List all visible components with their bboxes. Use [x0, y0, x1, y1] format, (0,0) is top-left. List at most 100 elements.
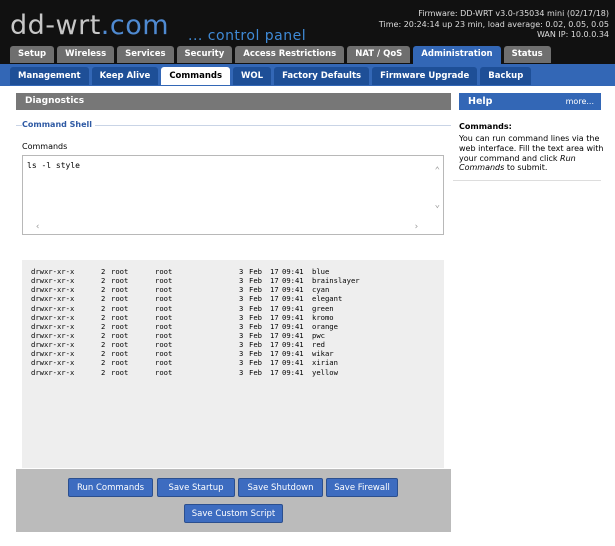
output-cell: 17: [270, 349, 279, 359]
output-cell: 3: [239, 340, 244, 350]
output-cell: Feb: [249, 330, 262, 340]
output-cell: 2: [101, 349, 106, 359]
tab-services[interactable]: Services: [117, 46, 174, 63]
output-cell: yellow: [312, 367, 338, 377]
output-row: drwxr-xr-x 2 root root 3 Feb 17 09:41 brainslaye…: [31, 276, 435, 285]
output-cell: root: [155, 267, 173, 276]
output-cell: 17: [270, 267, 279, 276]
subtab-wol[interactable]: WOL: [233, 67, 272, 85]
output-cell: root: [111, 267, 129, 276]
output-cell: root: [111, 321, 129, 331]
output-cell: drwxr-xr-x: [31, 358, 75, 368]
output-cell: drwxr-xr-x: [31, 267, 75, 276]
output-cell: 17: [270, 330, 279, 340]
help-heading: Commands:: [459, 122, 512, 131]
output-cell: drwxr-xr-x: [31, 294, 75, 304]
output-row: drwxr-xr-x 2 root root 3 Feb 17 09:41 blue: [31, 267, 435, 276]
output-cell: root: [155, 294, 173, 304]
output-cell: root: [111, 312, 129, 322]
output-cell: root: [155, 321, 173, 331]
output-cell: red: [312, 340, 325, 350]
output-cell: root: [155, 285, 173, 295]
save-custom-script-button[interactable]: Save Custom Script: [184, 504, 283, 523]
output-row: drwxr-xr-x 2 root root 3 Feb 17 09:41 pwc: [31, 331, 435, 340]
output-cell: 09:41: [282, 312, 304, 322]
status-info: Firmware: DD-WRT v3.0-r35034 mini (02/17…: [379, 9, 609, 41]
chevron-left-icon[interactable]: ‹: [35, 222, 40, 232]
output-cell: pwc: [312, 330, 325, 340]
output-cell: Feb: [249, 312, 262, 322]
chevron-right-icon[interactable]: ›: [414, 222, 419, 232]
output-cell: Feb: [249, 276, 262, 286]
content-area: Diagnostics Command Shell Commands ls -l…: [0, 86, 615, 546]
output-cell: 09:41: [282, 340, 304, 350]
tab-status[interactable]: Status: [503, 46, 551, 63]
output-cell: root: [155, 340, 173, 350]
output-cell: blue: [312, 267, 330, 276]
tab-wireless[interactable]: Wireless: [57, 46, 115, 63]
chevron-up-icon[interactable]: ⌃: [435, 166, 440, 176]
subtab-commands[interactable]: Commands: [161, 67, 231, 85]
subtab-management[interactable]: Management: [10, 67, 89, 85]
command-shell-fieldset: Command Shell: [16, 120, 451, 130]
output-cell: 3: [239, 330, 244, 340]
run-commands-button[interactable]: Run Commands: [68, 478, 153, 497]
chevron-down-icon[interactable]: ⌄: [435, 200, 440, 210]
subtab-backup[interactable]: Backup: [480, 67, 532, 85]
commands-value: ls -l style: [27, 161, 80, 170]
output-cell: 3: [239, 276, 244, 286]
output-cell: drwxr-xr-x: [31, 285, 75, 295]
help-more-link[interactable]: more...: [566, 93, 594, 110]
output-cell: 2: [101, 312, 106, 322]
tab-setup[interactable]: Setup: [10, 46, 55, 63]
output-cell: drwxr-xr-x: [31, 349, 75, 359]
output-cell: 17: [270, 367, 279, 377]
output-cell: root: [111, 276, 129, 286]
command-output: drwxr-xr-x 2 root root 3 Feb 17 09:41 blue drwxr-…: [22, 260, 444, 468]
tab-security[interactable]: Security: [176, 46, 233, 63]
subtab-factory-defaults[interactable]: Factory Defaults: [274, 67, 370, 85]
main-tabs: Setup Wireless Services Security Access …: [10, 46, 554, 64]
button-area: Run Commands Save Startup Save Shutdown …: [16, 469, 451, 532]
output-cell: 17: [270, 276, 279, 286]
output-cell: Feb: [249, 294, 262, 304]
output-cell: root: [111, 340, 129, 350]
tab-administration[interactable]: Administration: [413, 46, 501, 64]
output-row: drwxr-xr-x 2 root root 3 Feb 17 09:41 xirian: [31, 358, 435, 367]
output-cell: root: [111, 303, 129, 313]
subtab-keep-alive[interactable]: Keep Alive: [91, 67, 159, 85]
save-startup-button[interactable]: Save Startup: [157, 478, 235, 497]
output-cell: Feb: [249, 267, 262, 276]
output-cell: 17: [270, 303, 279, 313]
help-header: Help more...: [459, 93, 601, 110]
save-firewall-button[interactable]: Save Firewall: [326, 478, 398, 497]
tab-access-restrictions[interactable]: Access Restrictions: [235, 46, 345, 63]
output-row: drwxr-xr-x 2 root root 3 Feb 17 09:41 wikar: [31, 349, 435, 358]
save-shutdown-button[interactable]: Save Shutdown: [238, 478, 323, 497]
output-cell: orange: [312, 321, 338, 331]
output-cell: 2: [101, 321, 106, 331]
commands-textarea[interactable]: ls -l style ⌃ ⌄ ‹ ›: [22, 155, 444, 235]
output-cell: root: [111, 367, 129, 377]
subtab-firmware-upgrade[interactable]: Firmware Upgrade: [372, 67, 478, 85]
wan-ip: WAN IP: 10.0.0.34: [536, 30, 609, 39]
commands-label: Commands: [22, 142, 68, 151]
output-cell: Feb: [249, 340, 262, 350]
output-cell: 3: [239, 312, 244, 322]
output-cell: 09:41: [282, 367, 304, 377]
logo-subtitle: ... control panel: [188, 28, 307, 44]
output-cell: 2: [101, 358, 106, 368]
logo-main-text: dd-wrt: [10, 10, 101, 41]
output-cell: 2: [101, 330, 106, 340]
output-cell: 2: [101, 340, 106, 350]
output-cell: drwxr-xr-x: [31, 340, 75, 350]
output-cell: 09:41: [282, 303, 304, 313]
output-cell: root: [155, 330, 173, 340]
output-cell: root: [111, 294, 129, 304]
output-cell: drwxr-xr-x: [31, 276, 75, 286]
output-cell: 17: [270, 294, 279, 304]
output-cell: 09:41: [282, 349, 304, 359]
output-cell: 3: [239, 285, 244, 295]
output-cell: 17: [270, 312, 279, 322]
tab-nat-qos[interactable]: NAT / QoS: [347, 46, 411, 63]
